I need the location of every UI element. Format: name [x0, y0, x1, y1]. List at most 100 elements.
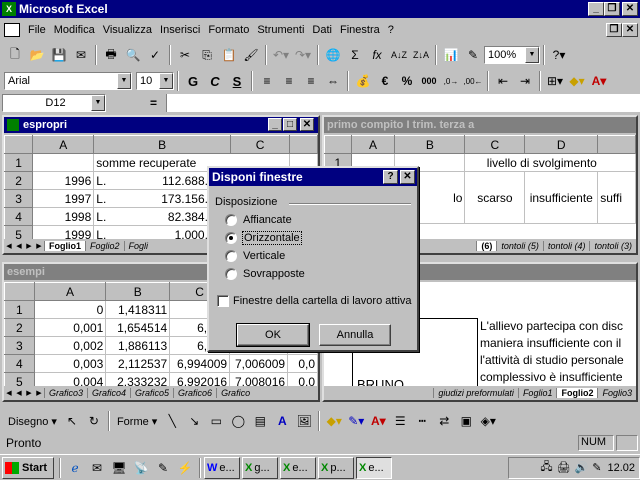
textbox-icon[interactable]: ▤	[249, 410, 271, 432]
select-objects-icon[interactable]: ↖	[61, 410, 83, 432]
hyperlink-icon[interactable]: 🌐	[322, 44, 344, 66]
desktop-icon[interactable]: 🖥	[108, 457, 130, 479]
minimize-button[interactable]: _	[588, 2, 604, 16]
menu-help[interactable]: ?	[384, 24, 398, 36]
italic-button[interactable]: C	[204, 70, 226, 92]
cell[interactable]: 1999	[32, 225, 95, 239]
menu-finestra[interactable]: Finestra	[336, 24, 384, 36]
radio-button[interactable]	[225, 232, 237, 244]
cell[interactable]: L.	[93, 189, 125, 208]
tab-grafico5[interactable]: Grafico5	[130, 388, 173, 398]
font-color-icon[interactable]: A▾	[588, 70, 610, 92]
tab-foglio2[interactable]: Foglio2	[556, 388, 598, 398]
cell[interactable]: 1997	[32, 189, 95, 208]
minimize-button[interactable]: _	[268, 118, 282, 131]
radio-button[interactable]	[225, 214, 237, 226]
paste-icon[interactable]: 📋	[218, 44, 240, 66]
maximize-button[interactable]: □	[283, 118, 297, 131]
cell[interactable]: L.	[93, 207, 125, 226]
tab-foglio2[interactable]: Foglio2	[85, 241, 124, 251]
column-header[interactable]: A	[32, 135, 95, 154]
borders-icon[interactable]: ⊞▾	[544, 70, 566, 92]
volume-icon[interactable]: 🔊	[575, 461, 589, 474]
column-header[interactable]: A	[33, 282, 107, 301]
clipart-icon[interactable]: 🖼	[293, 410, 315, 432]
cell[interactable]: livello di svolgimento	[487, 153, 636, 172]
column-header[interactable]: B	[93, 135, 231, 154]
open-icon[interactable]: 📂	[26, 44, 48, 66]
font-size-select[interactable]: 10 ▼	[136, 72, 174, 90]
tab-foglio1[interactable]: Foglio1	[517, 388, 557, 398]
tab-foglio1[interactable]: Foglio1	[44, 241, 85, 251]
radio-sovrapposte[interactable]: Sovrapposte	[225, 268, 305, 280]
free-rotate-icon[interactable]: ↻	[83, 410, 105, 432]
copy-icon[interactable]: ⎘	[196, 44, 218, 66]
tab-tontoli-5[interactable]: tontoli (5)	[496, 241, 543, 251]
checkbox[interactable]	[217, 295, 229, 307]
cell[interactable]: 2,333232	[105, 372, 171, 386]
tab-first-icon[interactable]: ◀	[4, 389, 14, 397]
cell[interactable]: 0	[34, 300, 107, 319]
row-header[interactable]: 2	[4, 318, 35, 337]
3d-icon[interactable]: ◈▾	[477, 410, 499, 432]
chevron-down-icon[interactable]: ▼	[117, 73, 131, 89]
row-header[interactable]: 1	[4, 153, 34, 172]
taskbar-item-excel-active[interactable]: Xe...	[356, 456, 392, 479]
help-button[interactable]: ?	[383, 170, 398, 184]
fill-color-icon[interactable]: ◆▾	[566, 70, 588, 92]
currency-icon[interactable]: 💰	[352, 70, 374, 92]
row-header[interactable]: 1	[4, 300, 35, 319]
cell[interactable]: L.	[93, 171, 125, 190]
chevron-down-icon[interactable]: ▼	[525, 47, 539, 63]
zoom-select[interactable]: 100% ▼	[484, 46, 540, 64]
menu-file[interactable]: File	[24, 24, 50, 36]
percent-button[interactable]: %	[396, 70, 418, 92]
tab-prev-icon[interactable]: ◀	[14, 242, 24, 250]
thousands-button[interactable]: 000	[418, 70, 440, 92]
cell[interactable]: 6,994009	[169, 354, 231, 373]
chevron-down-icon[interactable]: ▼	[91, 95, 105, 111]
tab-grafico3[interactable]: Grafico3	[44, 388, 87, 398]
name-box[interactable]: D12 ▼	[2, 94, 106, 112]
align-center-icon[interactable]: ≡	[278, 70, 300, 92]
tab-6[interactable]: (6)	[476, 241, 497, 251]
tab-foglio3[interactable]: Foglio3	[597, 388, 636, 398]
merge-center-icon[interactable]: ⇔	[322, 70, 344, 92]
cell[interactable]: 7,008016	[229, 372, 289, 386]
increase-indent-icon[interactable]: ⇥	[514, 70, 536, 92]
start-button[interactable]: Start	[2, 456, 54, 479]
menu-inserisci[interactable]: Inserisci	[156, 24, 204, 36]
underline-button[interactable]: S	[226, 70, 248, 92]
print-icon[interactable]: 🖶	[100, 44, 122, 66]
corner-cell[interactable]	[4, 135, 34, 154]
row-header[interactable]: 4	[4, 354, 35, 373]
column-header[interactable]	[289, 135, 318, 154]
doc-icon[interactable]	[4, 23, 20, 37]
tray-icon[interactable]: 🖧	[540, 458, 552, 477]
shadow-icon[interactable]: ▣	[455, 410, 477, 432]
cell[interactable]: 0,0	[287, 372, 318, 386]
column-header[interactable]: C	[229, 135, 291, 154]
cell[interactable]: 2,112537	[105, 354, 171, 373]
close-button[interactable]: ✕	[622, 2, 638, 16]
oval-icon[interactable]: ◯	[227, 410, 249, 432]
arrow-icon[interactable]: ↘	[183, 410, 205, 432]
radio-orizzontale[interactable]: Orizzontale	[225, 231, 302, 245]
bold-button[interactable]: G	[182, 70, 204, 92]
font-select[interactable]: Arial ▼	[4, 72, 132, 90]
align-right-icon[interactable]: ≡	[300, 70, 322, 92]
sort-descending-icon[interactable]: Z↓A	[410, 44, 432, 66]
menu-visualizza[interactable]: Visualizza	[99, 24, 156, 36]
formula-input[interactable]	[166, 94, 640, 112]
column-header[interactable]: B	[105, 282, 171, 301]
cell[interactable]: L.	[93, 225, 125, 239]
doc-restore-button[interactable]: ❐	[606, 23, 622, 37]
redo-icon[interactable]: ↷▾	[292, 44, 314, 66]
cell[interactable]: 6,992016	[169, 372, 231, 386]
tab-last-icon[interactable]: ▶	[34, 389, 44, 397]
cell[interactable]: 0,004	[34, 372, 107, 386]
fill-color-icon[interactable]: ◆▾	[323, 410, 345, 432]
cell[interactable]: 0,002	[34, 336, 107, 355]
column-header[interactable]	[597, 135, 636, 154]
menu-strumenti[interactable]: Strumenti	[253, 24, 308, 36]
